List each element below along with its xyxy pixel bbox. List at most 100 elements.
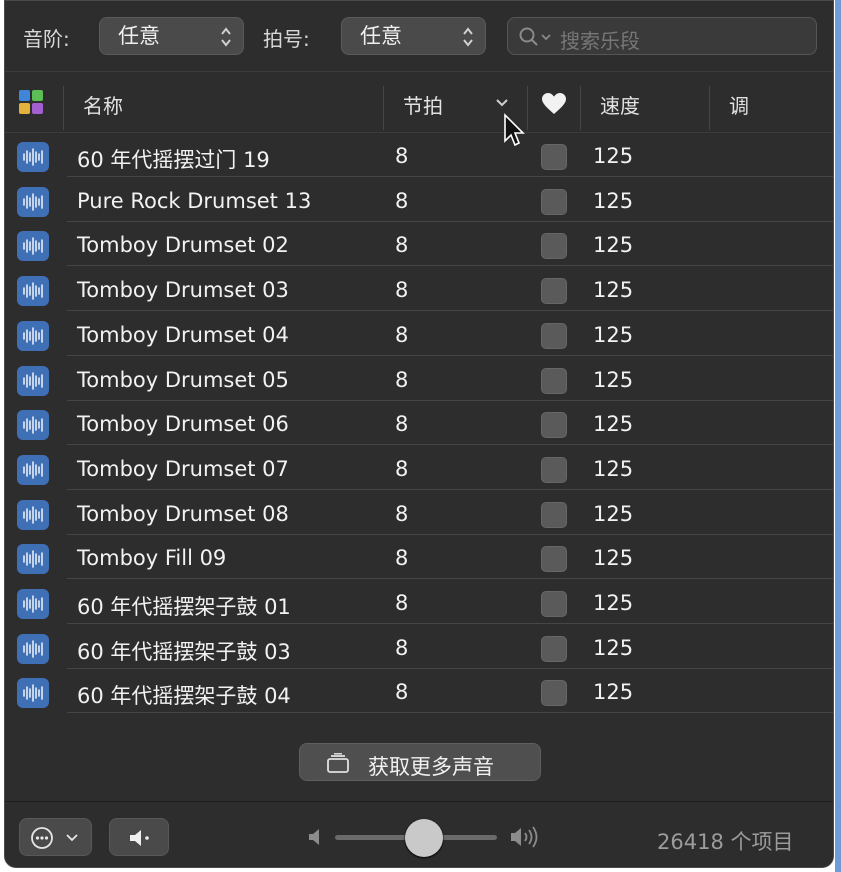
column-tempo[interactable]: 速度 — [600, 90, 640, 119]
scale-select-value: 任意 — [118, 24, 160, 48]
audio-waveform-icon — [17, 589, 49, 619]
loop-row[interactable]: Tomboy Drumset 04 8 125 — [5, 312, 833, 356]
loop-beats: 8 — [395, 144, 409, 168]
loop-tempo: 125 — [593, 501, 634, 526]
item-count: 26418 个项目 — [657, 830, 794, 854]
favorite-checkbox[interactable] — [541, 278, 567, 305]
search-field[interactable]: 搜索乐段 — [507, 17, 817, 55]
loop-tempo: 125 — [593, 367, 634, 392]
filter-bar: 音阶: 任意 拍号: 任意 搜索乐段 — [5, 1, 833, 71]
loop-row[interactable]: Tomboy Drumset 07 8 125 — [5, 446, 833, 490]
loop-beats: 8 — [395, 322, 409, 347]
loop-list: 60 年代摇摆过门 19 8 125 Pure Rock Drumset 13 8 125… — [5, 133, 833, 721]
loop-name: Tomboy Fill 09 — [77, 546, 227, 571]
loop-row[interactable]: 60 年代摇摆过门 19 8 125 — [5, 133, 833, 177]
favorite-checkbox[interactable] — [541, 546, 567, 573]
mouse-pointer-icon — [504, 113, 525, 147]
favorite-checkbox[interactable] — [541, 680, 567, 707]
loop-row[interactable]: Pure Rock Drumset 13 8 125 — [5, 178, 833, 222]
loop-beats: 8 — [395, 635, 409, 660]
favorite-checkbox[interactable] — [541, 144, 567, 170]
loop-beats: 8 — [395, 591, 409, 615]
scale-label: 音阶: — [23, 27, 70, 51]
search-placeholder: 搜索乐段 — [560, 29, 640, 53]
loop-name: Tomboy Drumset 05 — [77, 367, 289, 392]
column-name[interactable]: 名称 — [83, 90, 123, 119]
color-grid-icon[interactable] — [19, 90, 43, 114]
column-separator — [709, 86, 710, 130]
scale-select[interactable]: 任意 — [99, 17, 244, 55]
favorite-checkbox[interactable] — [541, 456, 567, 483]
loop-tempo: 125 — [593, 144, 634, 168]
loop-beats: 8 — [395, 546, 409, 571]
loop-tempo: 125 — [593, 188, 634, 213]
favorite-checkbox[interactable] — [541, 412, 567, 439]
loop-row[interactable]: 60 年代摇摆架子鼓 04 8 125 — [5, 669, 833, 714]
loop-tempo: 125 — [593, 546, 634, 571]
column-header: 名称 节拍 速度 调 — [5, 71, 833, 133]
loop-row[interactable]: Tomboy Fill 09 8 125 — [5, 535, 833, 580]
loop-tempo: 125 — [593, 412, 634, 437]
loop-name: Pure Rock Drumset 13 — [77, 188, 312, 213]
favorite-checkbox[interactable] — [541, 367, 567, 394]
loop-beats: 8 — [395, 680, 409, 705]
favorite-checkbox[interactable] — [541, 501, 567, 528]
audio-waveform-icon — [17, 499, 49, 530]
more-options-button[interactable] — [19, 818, 92, 856]
loop-row[interactable]: Tomboy Drumset 03 8 125 — [5, 267, 833, 312]
audio-waveform-icon — [17, 320, 49, 351]
loop-tempo: 125 — [593, 591, 634, 615]
loop-row[interactable]: Tomboy Drumset 02 8 125 — [5, 222, 833, 267]
column-key[interactable]: 调 — [729, 90, 749, 119]
loop-row[interactable]: Tomboy Drumset 08 8 125 — [5, 491, 833, 535]
get-more-sounds-label: 获取更多声音 — [368, 755, 494, 779]
audio-waveform-icon — [17, 142, 49, 172]
loop-beats: 8 — [395, 501, 409, 526]
loop-row[interactable]: 60 年代摇摆架子鼓 01 8 125 — [5, 580, 833, 624]
loop-tempo: 125 — [593, 456, 634, 481]
time-signature-select-value: 任意 — [360, 24, 402, 48]
speaker-icon — [130, 830, 149, 846]
loop-name: 60 年代摇摆架子鼓 04 — [77, 684, 291, 709]
favorite-checkbox[interactable] — [541, 233, 567, 260]
column-beats[interactable]: 节拍 — [403, 90, 443, 119]
loop-row[interactable]: Tomboy Drumset 06 8 125 — [5, 401, 833, 446]
loop-row[interactable]: 60 年代摇摆架子鼓 03 8 125 — [5, 625, 833, 669]
favorite-checkbox[interactable] — [541, 635, 567, 662]
audio-waveform-icon — [17, 231, 49, 262]
time-signature-select[interactable]: 任意 — [341, 17, 486, 55]
row-divider — [67, 712, 833, 714]
loop-tempo: 125 — [593, 322, 634, 347]
loop-name: 60 年代摇摆架子鼓 03 — [77, 639, 291, 664]
audio-waveform-icon — [17, 365, 49, 396]
loop-name: 60 年代摇摆过门 19 — [77, 148, 270, 172]
loop-name: Tomboy Drumset 06 — [77, 412, 289, 437]
get-more-sounds-button[interactable]: 获取更多声音 — [299, 743, 541, 781]
audio-waveform-icon — [17, 678, 49, 709]
column-separator — [63, 86, 64, 130]
column-separator — [383, 86, 384, 130]
audio-waveform-icon — [17, 186, 49, 217]
loop-beats: 8 — [395, 367, 409, 392]
sort-chevron-down-icon[interactable] — [495, 98, 509, 108]
heart-icon[interactable] — [541, 92, 567, 116]
loop-beats: 8 — [395, 456, 409, 481]
column-separator — [580, 86, 581, 130]
time-signature-label: 拍号: — [263, 27, 310, 51]
favorite-checkbox[interactable] — [541, 591, 567, 617]
volume-slider-knob[interactable] — [405, 819, 444, 857]
loop-name: Tomboy Drumset 07 — [77, 456, 289, 481]
preview-speaker-button[interactable] — [109, 818, 169, 856]
loop-name: Tomboy Drumset 02 — [77, 233, 289, 258]
window-edge — [835, 0, 841, 872]
loop-tempo: 125 — [593, 680, 634, 705]
favorite-checkbox[interactable] — [541, 188, 567, 215]
audio-waveform-icon — [17, 544, 49, 575]
loop-row[interactable]: Tomboy Drumset 05 8 125 — [5, 357, 833, 401]
up-down-chevron-icon — [463, 27, 473, 47]
loop-browser-panel: 音阶: 任意 拍号: 任意 搜索乐段 名称 节拍 速度 调 60 年代摇摆过门 … — [4, 0, 834, 868]
favorite-checkbox[interactable] — [541, 322, 567, 349]
volume-low-icon — [309, 829, 319, 845]
footer-bar: 26418 个项目 — [5, 802, 833, 867]
loop-tempo: 125 — [593, 278, 634, 303]
